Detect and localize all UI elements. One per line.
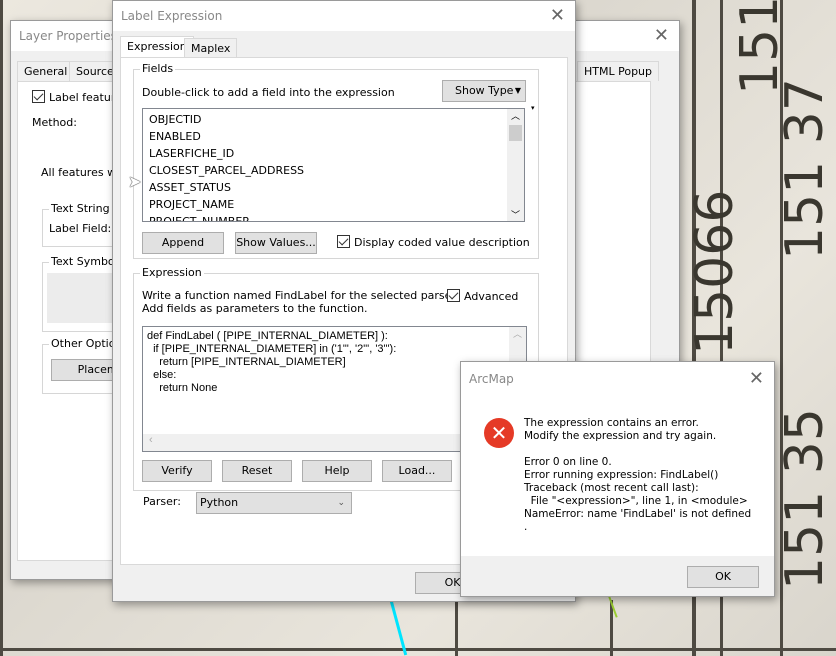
checkbox-checked[interactable] xyxy=(32,90,45,103)
fields-listbox[interactable]: OBJECTID ENABLED LASERFICHE_ID CLOSEST_P… xyxy=(142,108,525,222)
show-type-dropdown[interactable]: Show Type ▼ xyxy=(442,80,526,102)
scroll-up-icon[interactable]: ︿ xyxy=(507,109,524,123)
close-icon[interactable]: ✕ xyxy=(654,25,669,46)
tab-html-popup[interactable]: HTML Popup xyxy=(577,61,660,81)
scroll-down-icon[interactable]: ﹀ xyxy=(507,208,524,221)
map-label: 15066 xyxy=(685,189,745,355)
expression-hint-2: Add fields as parameters to the function… xyxy=(142,302,368,315)
verify-button[interactable]: Verify xyxy=(142,460,212,482)
message-line: File "<expression>", line 1, in <module> xyxy=(524,495,748,507)
fields-group: Fields Double-click to add a field into … xyxy=(133,62,539,259)
dialog-title: Layer Properties xyxy=(19,29,117,43)
map-line xyxy=(0,0,3,656)
field-item[interactable]: PROJECT_NUMBER xyxy=(143,213,524,221)
reset-button[interactable]: Reset xyxy=(222,460,292,482)
fields-hint: Double-click to add a field into the exp… xyxy=(142,86,395,99)
message-line: NameError: name 'FindLabel' is not defin… xyxy=(524,508,752,520)
error-button-bar: OK xyxy=(461,556,774,596)
checkbox-checked[interactable] xyxy=(447,289,460,302)
code-line: def FindLabel ( [PIPE_INTERNAL_DIAMETER]… xyxy=(147,330,388,342)
tab-expression[interactable]: Expression xyxy=(120,36,194,58)
message-line xyxy=(524,443,769,456)
field-item[interactable]: ENABLED xyxy=(143,128,524,145)
load-button[interactable]: Load... xyxy=(382,460,452,482)
chevron-down-icon: ⌄ xyxy=(337,498,345,508)
ok-button[interactable]: OK xyxy=(687,566,759,588)
show-values-button[interactable]: Show Values... xyxy=(235,232,317,254)
close-icon[interactable]: ✕ xyxy=(550,5,565,26)
display-coded-checkbox[interactable]: Display coded value description xyxy=(337,235,530,249)
error-dialog: ArcMap ✕ ✕ The expression contains an er… xyxy=(460,361,775,597)
map-label: 151 35 xyxy=(775,408,835,590)
message-line: . xyxy=(524,521,528,533)
dropdown-arrow-icon: ▼ xyxy=(514,86,521,95)
map-line xyxy=(455,600,458,656)
tab-general[interactable]: General xyxy=(17,61,75,81)
map-label: 151 37 xyxy=(775,78,835,260)
dialog-title: ArcMap xyxy=(469,372,514,386)
checkbox-checked[interactable] xyxy=(337,235,350,248)
message-line: Error 0 on line 0. xyxy=(524,456,612,468)
parser-dropdown[interactable]: Python ⌄ xyxy=(196,492,352,514)
help-button[interactable]: Help xyxy=(302,460,372,482)
advanced-checkbox[interactable]: Advanced xyxy=(447,289,518,303)
field-item[interactable]: PROJECT_NAME xyxy=(143,196,524,213)
label-expression-titlebar[interactable]: Label Expression ✕ xyxy=(113,1,575,31)
parser-label: Parser: xyxy=(143,495,181,508)
map-line xyxy=(0,648,836,651)
fields-menu-icon[interactable]: ▾ xyxy=(531,104,535,112)
field-item[interactable]: LASERFICHE_ID xyxy=(143,145,524,162)
method-label: Method: xyxy=(32,116,77,129)
field-item[interactable]: OBJECTID xyxy=(143,111,524,128)
message-line: Traceback (most recent call last): xyxy=(524,482,699,494)
error-titlebar[interactable]: ArcMap ✕ xyxy=(461,362,774,398)
dialog-title: Label Expression xyxy=(121,9,223,23)
field-item[interactable]: ASSET_STATUS xyxy=(143,179,524,196)
append-button[interactable]: Append xyxy=(142,232,224,254)
tab-maplex[interactable]: Maplex xyxy=(184,38,238,58)
code-line: if [PIPE_INTERNAL_DIAMETER] in ('1"', '2… xyxy=(147,343,397,355)
message-line: Modify the expression and try again. xyxy=(524,430,717,442)
message-line: The expression contains an error. xyxy=(524,417,699,429)
scroll-thumb[interactable] xyxy=(509,125,522,141)
error-icon: ✕ xyxy=(484,418,514,448)
mouse-cursor-icon: ➤ xyxy=(128,172,142,191)
message-line: Error running expression: FindLabel() xyxy=(524,469,719,481)
field-item[interactable]: CLOSEST_PARCEL_ADDRESS xyxy=(143,162,524,179)
error-message: The expression contains an error. Modify… xyxy=(524,417,769,534)
close-icon[interactable]: ✕ xyxy=(749,368,764,389)
expression-hint-1: Write a function named FindLabel for the… xyxy=(142,289,459,302)
label-field-label: Label Field: xyxy=(49,222,112,235)
fields-scrollbar[interactable]: ︿ ﹀ xyxy=(507,109,524,221)
